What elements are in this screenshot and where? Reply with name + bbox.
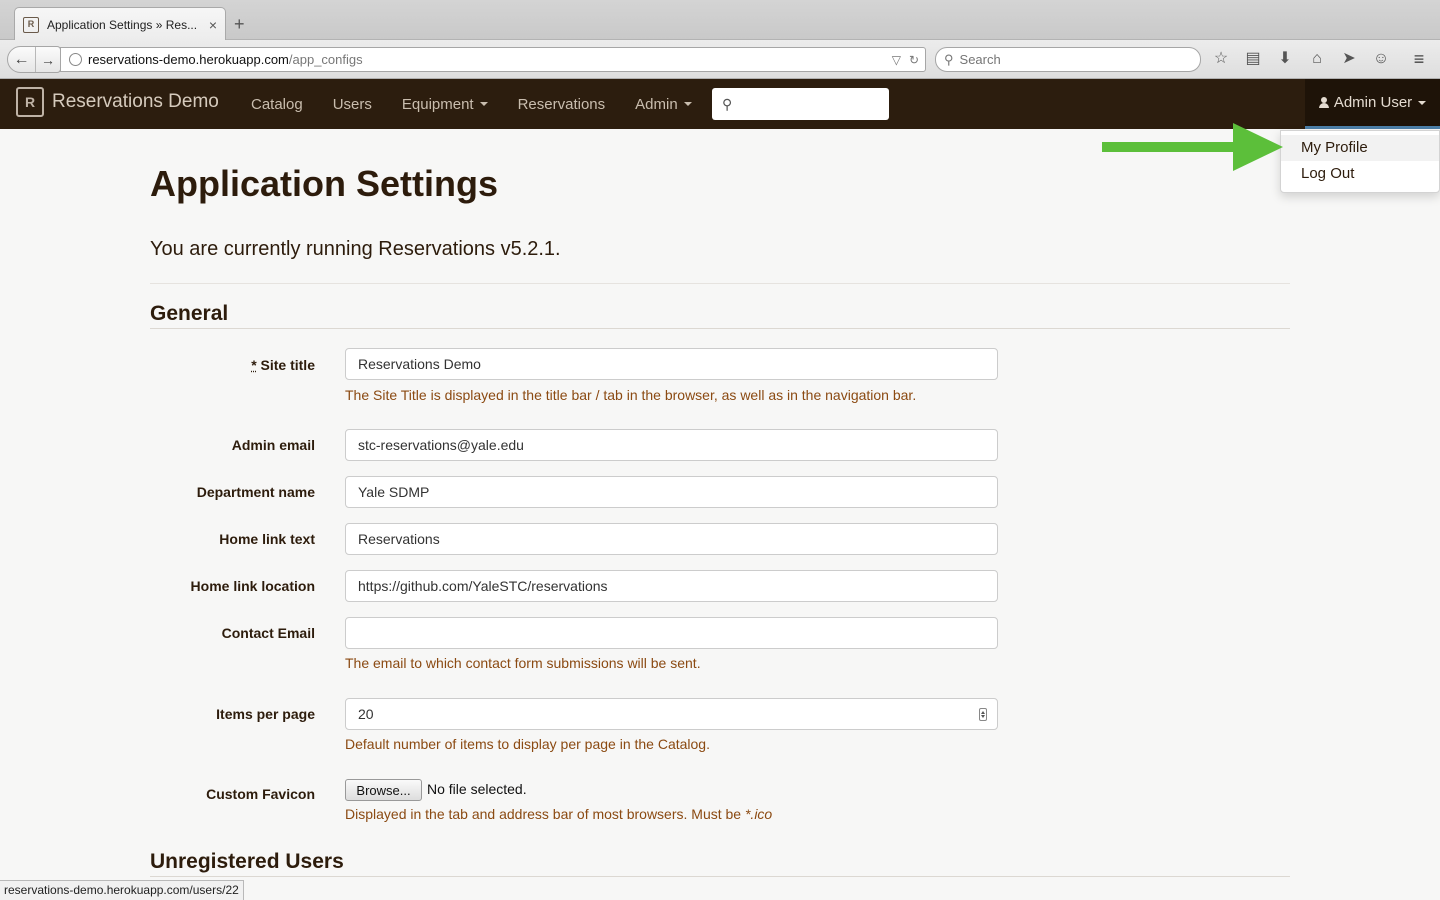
home-link-text-label: Home link text [219, 531, 315, 547]
back-arrow-icon[interactable]: ← [8, 47, 36, 72]
custom-favicon-help: Displayed in the tab and address bar of … [345, 806, 772, 822]
user-name: Admin User [1333, 94, 1413, 111]
nav-equipment[interactable]: Equipment [387, 79, 503, 129]
department-name-label: Department name [196, 484, 315, 500]
bookmark-star-icon[interactable]: ☆ [1210, 48, 1232, 70]
forward-arrow-icon[interactable]: → [36, 52, 60, 68]
brand-text: Reservations Demo [52, 91, 219, 112]
user-dropdown-menu: My Profile Log Out [1280, 130, 1440, 193]
home-link-location-input[interactable]: https://github.com/YaleSTC/reservations [345, 570, 998, 602]
status-bar-url: reservations-demo.herokuapp.com/users/22 [0, 880, 244, 900]
items-per-page-help: Default number of items to display per p… [345, 736, 710, 752]
department-name-input[interactable]: Yale SDMP [345, 476, 998, 508]
home-icon[interactable]: ⌂ [1306, 48, 1328, 70]
admin-email-input[interactable]: stc-reservations@yale.edu [345, 429, 998, 461]
caret-down-icon [683, 102, 692, 106]
file-status-text: No file selected. [427, 781, 527, 797]
new-tab-button[interactable]: + [234, 14, 245, 35]
items-per-page-label: Items per page [216, 706, 315, 722]
nav-search-input[interactable] [738, 96, 879, 112]
custom-favicon-label: Custom Favicon [206, 786, 315, 802]
address-bar[interactable]: reservations-demo.herokuapp.com/app_conf… [60, 47, 926, 72]
nav-search-box[interactable]: ⚲ [712, 88, 889, 120]
page-title: Application Settings [150, 163, 499, 204]
admin-email-label: Admin email [231, 437, 315, 453]
items-per-page-input[interactable]: 20 [345, 698, 998, 730]
site-title-help: The Site Title is displayed in the title… [345, 387, 917, 403]
section-unregistered-title: Unregistered Users [150, 850, 344, 873]
contact-email-help: The email to which contact form submissi… [345, 655, 701, 671]
user-icon [1318, 97, 1329, 108]
nav-reservations[interactable]: Reservations [503, 79, 621, 129]
browser-search-input[interactable] [959, 52, 1180, 67]
send-icon[interactable]: ➤ [1338, 48, 1360, 70]
nav-catalog[interactable]: Catalog [236, 79, 318, 129]
nav-admin[interactable]: Admin [620, 79, 707, 129]
site-favicon-icon: R [23, 16, 39, 33]
user-menu-toggle[interactable]: Admin User [1305, 79, 1440, 129]
chat-icon[interactable]: ☺ [1370, 48, 1392, 70]
url-path: /app_configs [288, 52, 363, 67]
search-icon: ⚲ [722, 95, 733, 112]
caret-down-icon [479, 102, 488, 106]
number-spinner-icon[interactable] [979, 708, 987, 721]
home-link-location-label: Home link location [190, 578, 315, 594]
browser-tabstrip: R Application Settings » Res... × + [0, 0, 1440, 41]
nav-equipment-label: Equipment [401, 95, 474, 113]
nav-users[interactable]: Users [318, 79, 387, 129]
site-title-label-text: Site title [260, 357, 315, 373]
browser-tab[interactable]: R Application Settings » Res... × [14, 7, 226, 41]
globe-icon [69, 53, 82, 66]
brand-link[interactable]: R Reservations Demo [16, 87, 219, 117]
divider [150, 283, 1290, 284]
items-per-page-value: 20 [358, 706, 374, 722]
annotation-arrow-icon [1102, 123, 1283, 171]
calendar-logo-icon: R [16, 87, 44, 117]
caret-down-icon [1418, 100, 1427, 105]
tab-title: Application Settings » Res... [47, 17, 198, 32]
file-extension-text: *.ico [744, 806, 773, 822]
version-text: You are currently running Reservations v… [150, 238, 561, 260]
home-link-text-input[interactable]: Reservations [345, 523, 998, 555]
menu-item-my-profile[interactable]: My Profile [1281, 135, 1439, 161]
url-host: reservations-demo.herokuapp.com [88, 52, 289, 67]
divider [150, 876, 1290, 877]
contact-email-label: Contact Email [221, 625, 315, 641]
nav-admin-label: Admin [635, 95, 678, 113]
reload-icon[interactable]: ↻ [909, 53, 919, 67]
custom-favicon-help-text: Displayed in the tab and address bar of … [345, 806, 745, 822]
section-general-title: General [150, 302, 229, 325]
dropdown-history-icon[interactable]: ▽ [892, 53, 901, 67]
hamburger-menu-icon[interactable]: ≡ [1408, 48, 1430, 70]
menu-item-log-out[interactable]: Log Out [1281, 161, 1439, 187]
close-tab-icon[interactable]: × [209, 17, 217, 33]
browse-button[interactable]: Browse... [345, 779, 422, 801]
contact-email-input[interactable] [345, 617, 998, 649]
divider [150, 328, 1290, 329]
history-buttons: ← → [7, 46, 61, 73]
browser-search-bar[interactable]: ⚲ [935, 47, 1201, 72]
site-title-label: * Site title [251, 357, 315, 373]
browser-toolbar: ← → reservations-demo.herokuapp.com/app_… [0, 40, 1440, 79]
download-icon[interactable]: ⬇ [1274, 48, 1296, 70]
site-title-input[interactable]: Reservations Demo [345, 348, 998, 380]
search-icon: ⚲ [944, 51, 954, 67]
required-mark: * [251, 357, 257, 373]
reading-list-icon[interactable]: ▤ [1242, 48, 1264, 70]
